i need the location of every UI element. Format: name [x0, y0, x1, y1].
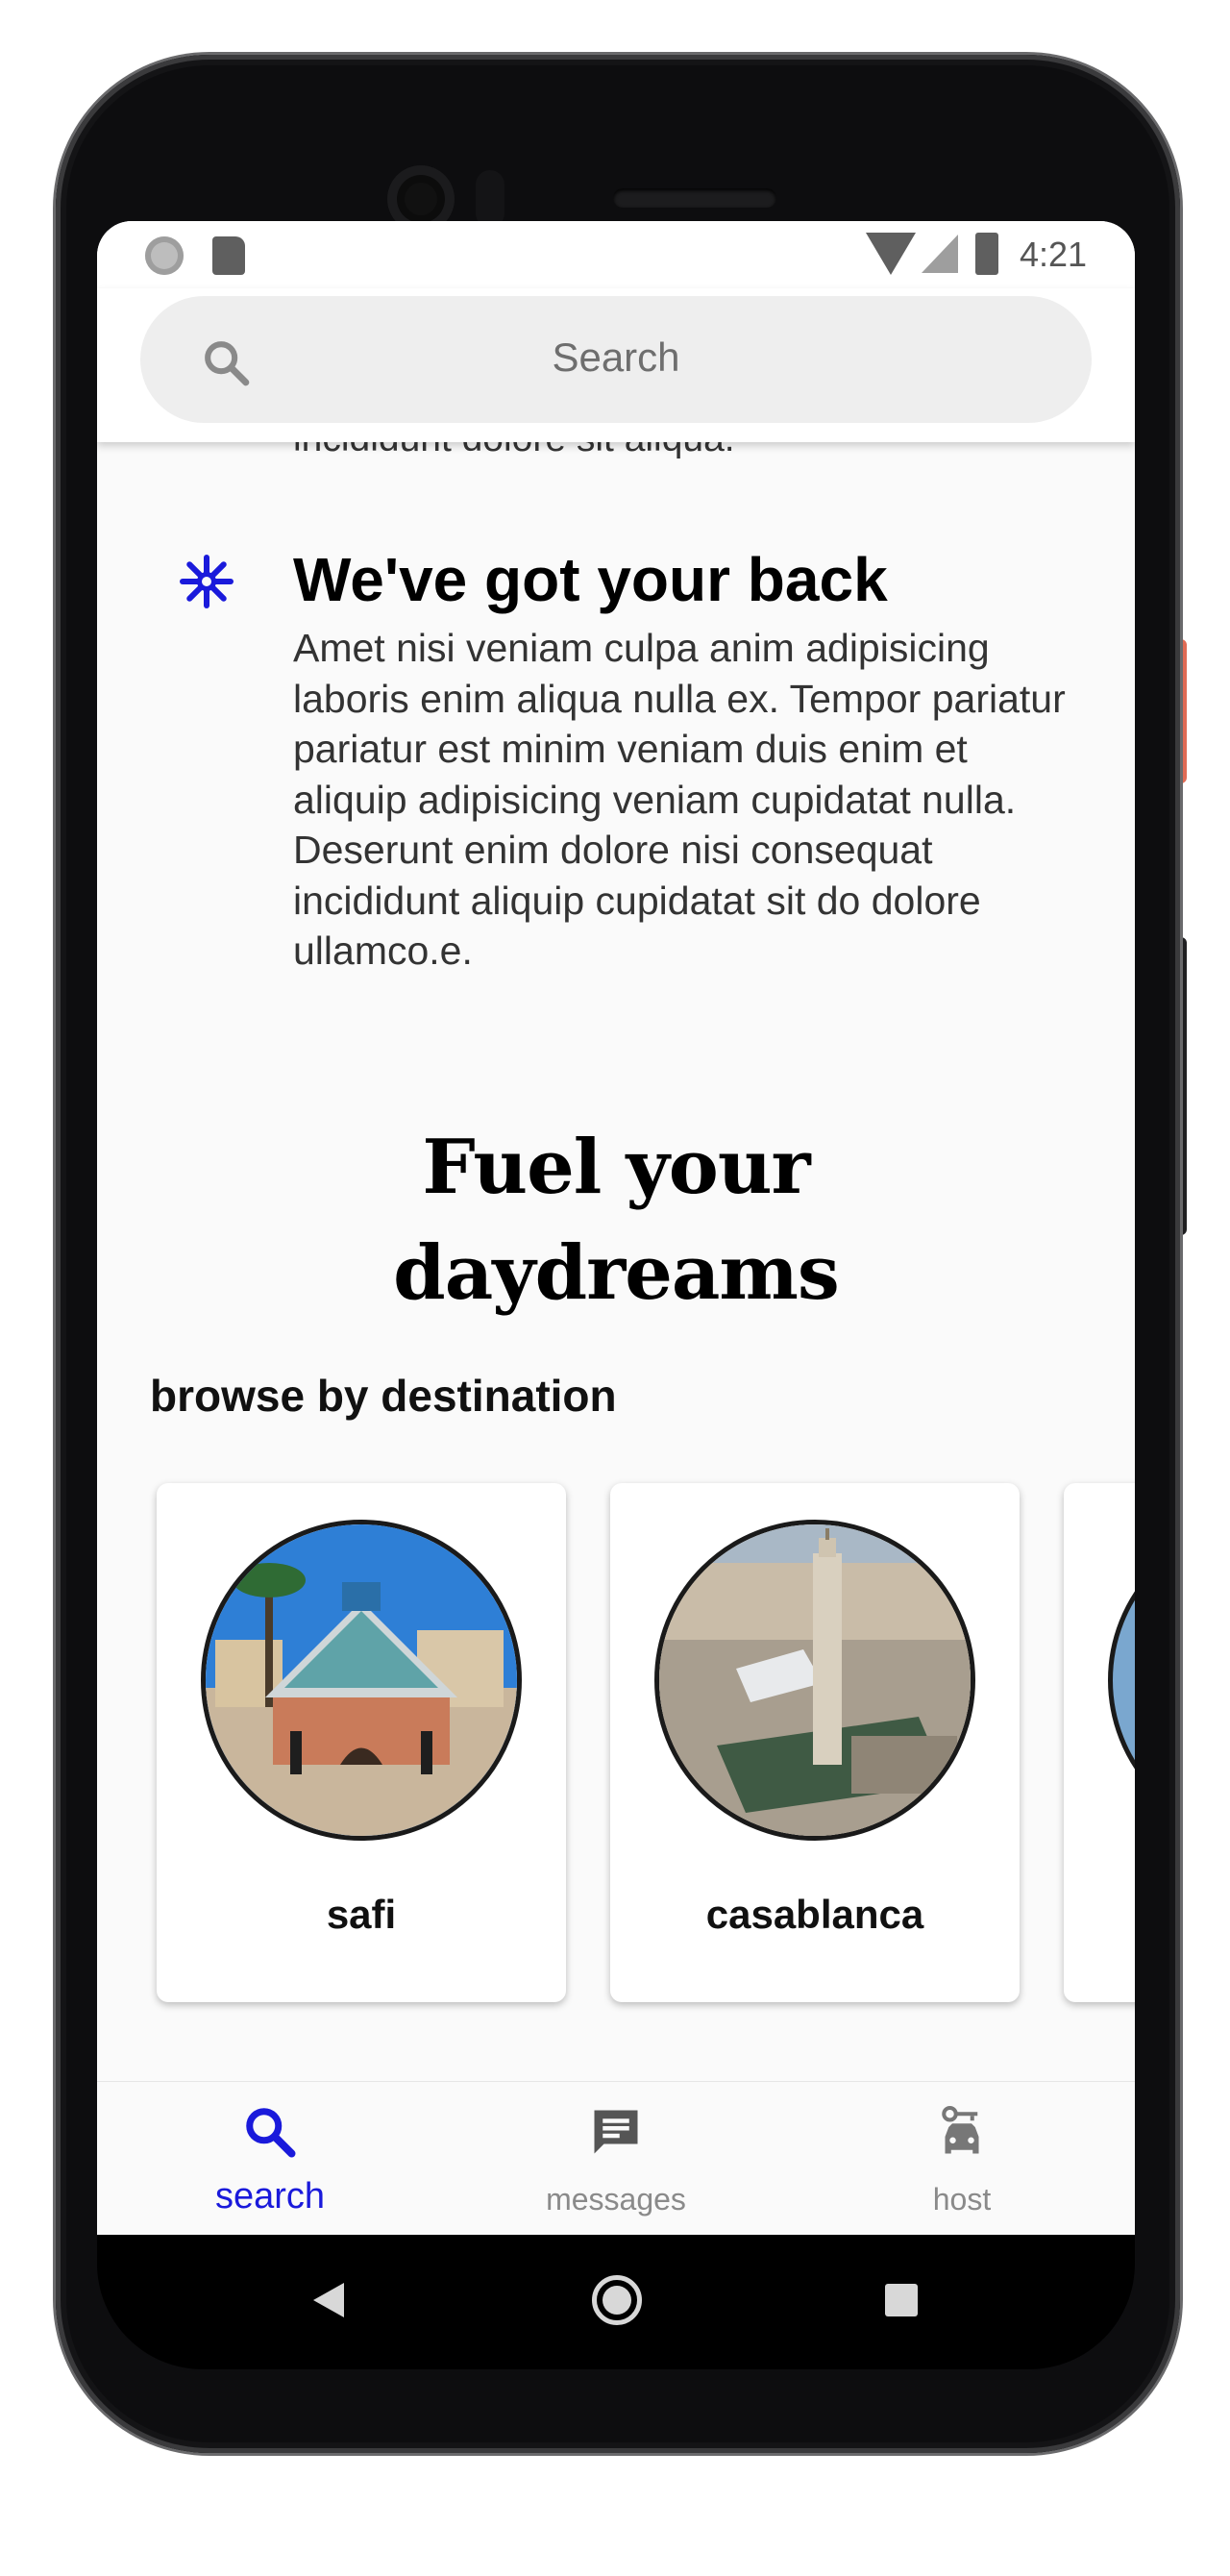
car-key-icon: [942, 2106, 979, 2154]
bottom-navigation: search messages host: [97, 2081, 1135, 2235]
search-header: Search: [97, 288, 1135, 442]
earpiece-speaker: [613, 188, 776, 208]
destination-card-partial[interactable]: [1064, 1483, 1135, 2002]
destination-image: [654, 1520, 975, 1841]
destination-image: [201, 1520, 522, 1841]
app-screen: 4:21 Search incididunt dolore sit aliqua…: [97, 221, 1135, 2235]
signal-icon: [922, 235, 958, 273]
destination-card-casablanca[interactable]: casablanca: [610, 1483, 1020, 2002]
destination-card-safi[interactable]: safi: [157, 1483, 566, 2002]
status-bar: 4:21: [97, 221, 1135, 288]
system-navigation-bar: [97, 2235, 1135, 2369]
back-icon[interactable]: [313, 2283, 344, 2317]
recent-apps-icon[interactable]: [885, 2284, 918, 2316]
headline-line-1: Fuel your: [422, 1124, 810, 1211]
status-time: 4:21: [1020, 235, 1088, 274]
nav-label: host: [932, 2182, 992, 2217]
headline-line-2: daydreams: [393, 1229, 840, 1317]
wifi-icon: [866, 233, 916, 275]
nav-label: search: [214, 2176, 326, 2217]
feature-body: Amet nisi veniam culpa anim adipisicing …: [293, 626, 1066, 973]
destination-carousel[interactable]: safi casablanca: [157, 1483, 1135, 2007]
asterisk-icon: [180, 555, 234, 608]
notification-icon: [145, 236, 184, 275]
message-icon: [594, 2110, 638, 2154]
page-headline: Fuel your daydreams: [97, 1115, 1135, 1326]
search-input[interactable]: Search: [140, 296, 1092, 423]
nav-label: messages: [546, 2182, 686, 2217]
nav-tab-search[interactable]: search: [97, 2082, 443, 2235]
feature-title: We've got your back: [293, 545, 888, 614]
sd-card-icon: [212, 236, 245, 275]
search-placeholder: Search: [552, 334, 680, 380]
nav-tab-host[interactable]: host: [789, 2082, 1135, 2235]
home-icon[interactable]: [592, 2275, 642, 2325]
destination-image: [1108, 1520, 1135, 1841]
section-title: browse by destination: [150, 1371, 617, 1421]
destination-name: safi: [326, 1892, 397, 1937]
battery-icon: [975, 233, 998, 275]
destination-name: casablanca: [705, 1892, 924, 1937]
nav-tab-messages[interactable]: messages: [443, 2082, 789, 2235]
proximity-sensor: [476, 170, 504, 228]
search-icon: [246, 2108, 296, 2158]
